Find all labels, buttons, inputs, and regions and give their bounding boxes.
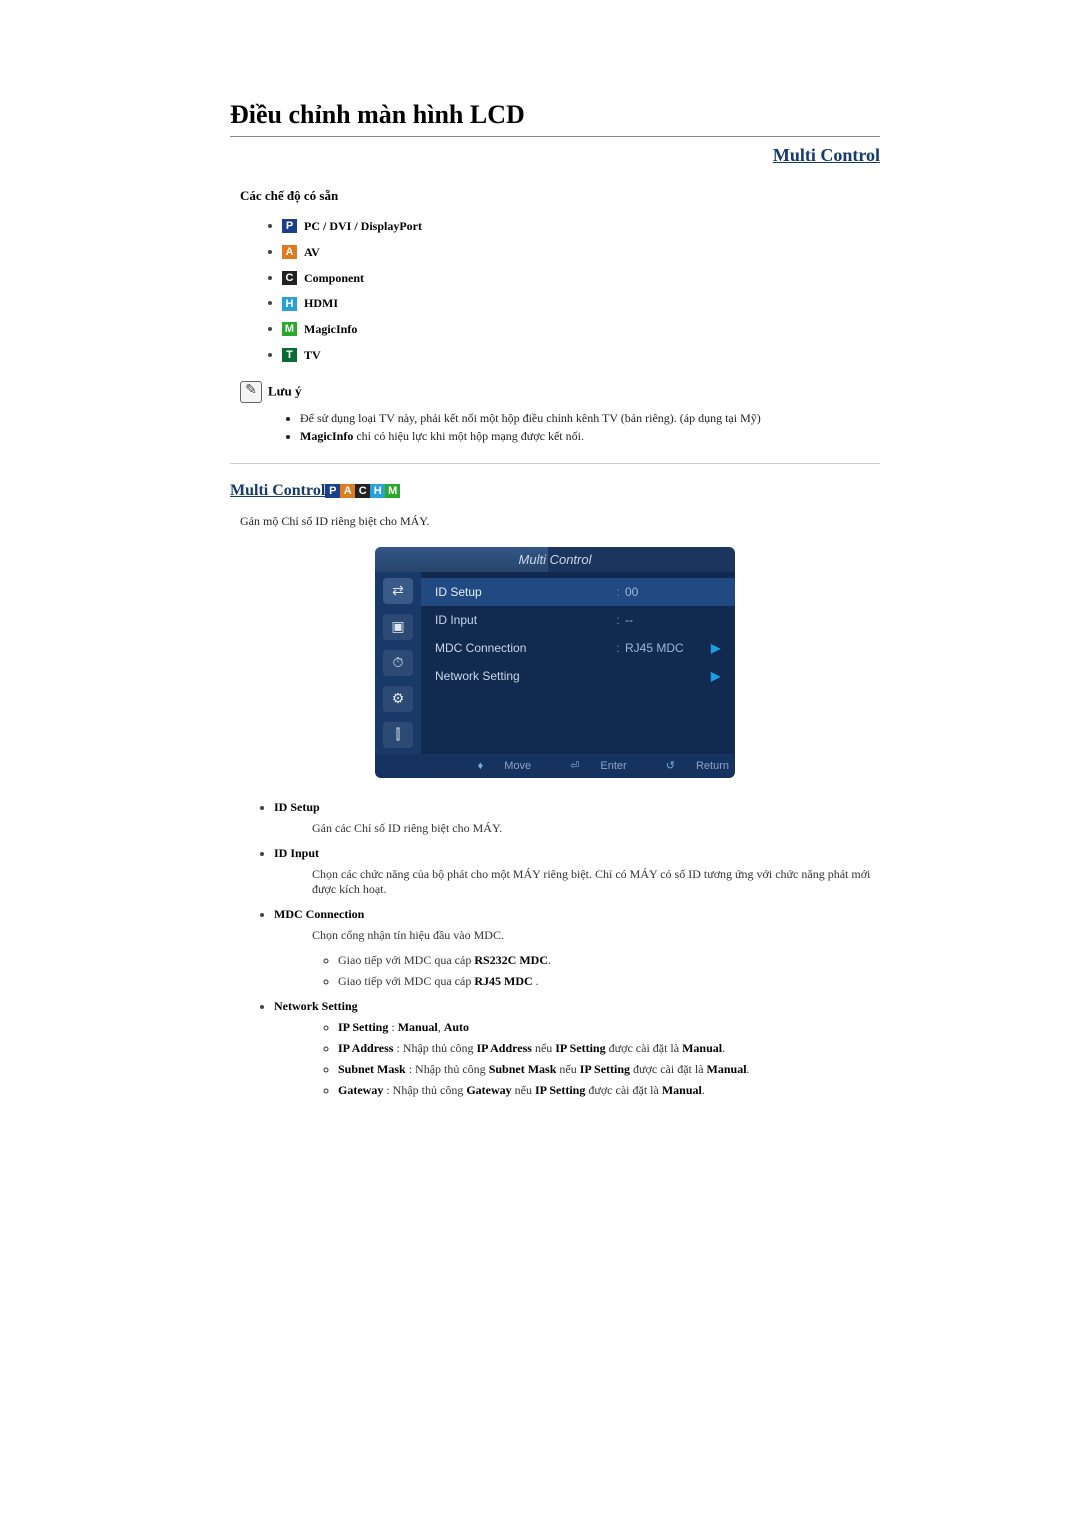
enter-icon: ⏎ (570, 760, 579, 772)
network-sub-item: IP Address : Nhập thủ công IP Address nế… (338, 1041, 880, 1056)
mode-label: PC / DVI / DisplayPort (304, 219, 422, 233)
spec-mdc-desc: Chọn cổng nhận tín hiệu đầu vào MDC. (312, 928, 880, 943)
mode-av-icon: A (340, 484, 355, 498)
chevron-right-icon: ▶ (711, 641, 725, 655)
network-sub-item: Gateway : Nhập thủ công Gateway nếu IP S… (338, 1083, 880, 1098)
multi-control-heading[interactable]: Multi ControlPACHM (230, 482, 880, 500)
mode-pc-icon: P (325, 484, 340, 498)
osd-row-label: Network Setting (435, 669, 611, 683)
spec-mdc-connection: MDC Connection Chọn cổng nhận tín hiệu đ… (274, 907, 880, 989)
title-divider (230, 136, 880, 137)
osd-side-icon[interactable]: ▣ (383, 614, 413, 640)
move-icon: ♦ (478, 760, 484, 772)
osd-row-value: 00 (625, 585, 711, 599)
mode-component-icon: C (355, 484, 370, 498)
osd-side-icon[interactable]: ⫿ (383, 722, 413, 748)
modes-heading: Các chế độ có sẵn (240, 188, 880, 204)
mode-item: C Component (282, 270, 880, 286)
note-icon: ✎ (240, 381, 262, 403)
osd-row-label: ID Setup (435, 585, 611, 599)
osd-row[interactable]: ID Input:-- (421, 606, 735, 634)
spec-id-input-label: ID Input (274, 846, 319, 860)
mode-component-icon: C (282, 271, 297, 285)
mode-hdmi-icon: H (370, 484, 385, 498)
mode-av-icon: A (282, 245, 297, 259)
osd-row-label: MDC Connection (435, 641, 611, 655)
mdc-sub-item: Giao tiếp với MDC qua cáp RS232C MDC. (338, 953, 880, 968)
mode-magicinfo-icon: M (385, 484, 400, 498)
note-item: MagicInfo chỉ có hiệu lực khi một hộp mạ… (300, 427, 880, 445)
mode-item: A AV (282, 244, 880, 260)
osd-row-value: RJ45 MDC (625, 641, 711, 655)
mode-item: T TV (282, 347, 880, 363)
mode-label: HDMI (304, 296, 338, 310)
osd-row-colon: : (611, 613, 625, 627)
osd-menu: Multi Control ⇄▣⏱⚙⫿ ID Setup:00ID Input:… (375, 547, 735, 778)
spec-id-setup: ID Setup Gán các Chỉ số ID riêng biệt ch… (274, 800, 880, 836)
osd-row[interactable]: ID Setup:00 (421, 578, 735, 606)
mode-item: P PC / DVI / DisplayPort (282, 218, 880, 234)
multi-control-heading-text: Multi Control (230, 482, 325, 499)
osd-row[interactable]: Network Setting ▶ (421, 662, 735, 690)
note-item: Để sử dụng loại TV này, phải kết nối một… (300, 409, 880, 427)
mode-label: Component (304, 270, 364, 284)
mdc-sub-item: Giao tiếp với MDC qua cáp RJ45 MDC . (338, 974, 880, 989)
spec-id-setup-desc: Gán các Chỉ số ID riêng biệt cho MÁY. (312, 821, 880, 836)
osd-side-icon[interactable]: ⇄ (383, 578, 413, 604)
mode-hdmi-icon: H (282, 297, 297, 311)
chevron-right-icon: ▶ (711, 669, 725, 683)
page-title: Điều chỉnh màn hình LCD (230, 100, 880, 130)
mode-item: H HDMI (282, 295, 880, 311)
mode-label: MagicInfo (304, 322, 357, 336)
network-sub-item: IP Setting : Manual, Auto (338, 1020, 880, 1035)
mode-pc-icon: P (282, 219, 297, 233)
mode-item: M MagicInfo (282, 321, 880, 337)
osd-row[interactable]: MDC Connection:RJ45 MDC▶ (421, 634, 735, 662)
section-divider (230, 463, 880, 464)
mode-tv-icon: T (282, 348, 297, 362)
mode-magicinfo-icon: M (282, 322, 297, 336)
spec-network-setting: Network Setting IP Setting : Manual, Aut… (274, 999, 880, 1098)
osd-side-icon[interactable]: ⚙ (383, 686, 413, 712)
spec-id-input: ID Input Chọn các chức năng của bộ phát … (274, 846, 880, 897)
multi-control-intro: Gán mộ Chỉ số ID riêng biệt cho MÁY. (240, 514, 880, 529)
mode-label: TV (304, 348, 321, 362)
osd-row-colon: : (611, 585, 625, 599)
osd-row-label: ID Input (435, 613, 611, 627)
note-heading: Lưu ý (268, 383, 301, 398)
osd-row-colon: : (611, 641, 625, 655)
spec-mdc-label: MDC Connection (274, 907, 364, 921)
return-icon: ↺ (666, 760, 675, 772)
osd-footer-move: Move (504, 760, 531, 772)
osd-footer: ♦ Move ⏎ Enter ↺ Return (375, 754, 735, 778)
multi-control-link[interactable]: Multi Control (230, 145, 880, 166)
osd-footer-return: Return (696, 760, 729, 772)
network-sub-item: Subnet Mask : Nhập thủ công Subnet Mask … (338, 1062, 880, 1077)
osd-side-icon[interactable]: ⏱ (383, 650, 413, 676)
spec-id-setup-label: ID Setup (274, 800, 320, 814)
osd-footer-enter: Enter (600, 760, 626, 772)
osd-title-text: Multi Control (519, 552, 592, 567)
osd-row-value: -- (625, 613, 711, 627)
mode-label: AV (304, 245, 320, 259)
spec-net-label: Network Setting (274, 999, 358, 1013)
spec-id-input-desc: Chọn các chức năng của bộ phát cho một M… (312, 867, 880, 897)
osd-title-bar: Multi Control (375, 547, 735, 572)
